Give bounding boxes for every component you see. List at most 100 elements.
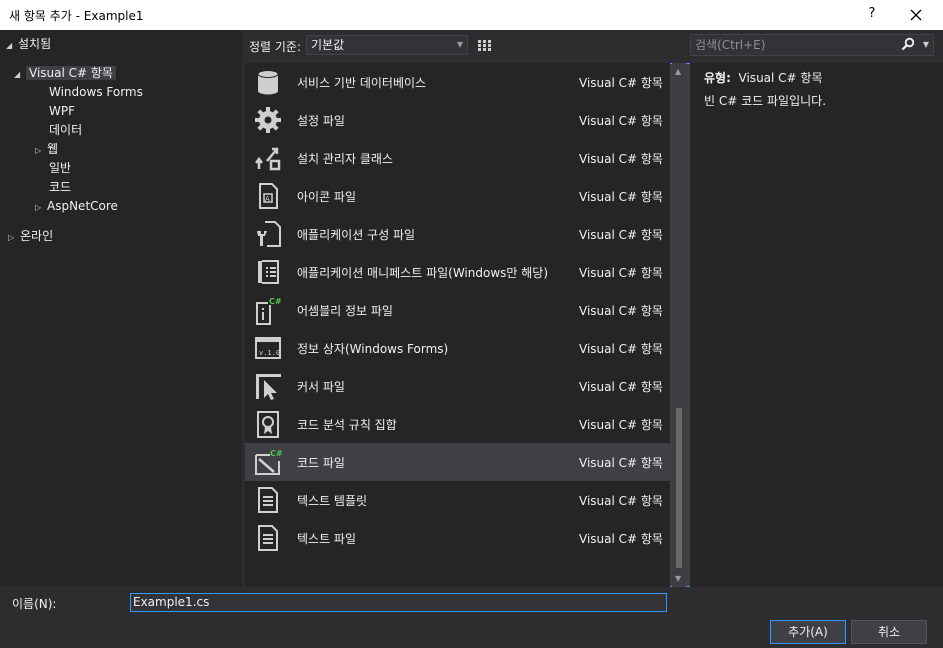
template-type: Visual C# 항목 (579, 228, 663, 242)
name-input[interactable]: Example1.cs (130, 593, 667, 612)
template-name: 서비스 기반 데이터베이스 (297, 76, 427, 90)
svg-text:v.1.0: v.1.0 (259, 349, 280, 357)
icon-file-icon: A (253, 181, 283, 211)
template-type: Visual C# 항목 (579, 114, 663, 128)
text-template-icon (253, 485, 283, 515)
search-icon[interactable] (901, 37, 915, 51)
template-name: 설치 관리자 클래스 (297, 152, 393, 166)
template-type: Visual C# 항목 (579, 456, 663, 470)
template-row[interactable]: 커서 파일 Visual C# 항목 (245, 367, 670, 405)
name-label: 이름(N): (12, 597, 57, 611)
template-type: Visual C# 항목 (579, 532, 663, 546)
template-name: 커서 파일 (297, 380, 345, 394)
svg-text:A: A (265, 195, 270, 203)
tree-item-data[interactable]: 데이터 (49, 121, 82, 139)
help-button[interactable]: ? (862, 4, 882, 24)
svg-text:C#: C# (269, 297, 282, 306)
code-file-icon: C# (253, 447, 283, 477)
template-name: 코드 파일 (297, 456, 345, 470)
tree-item-general[interactable]: 일반 (49, 159, 71, 177)
tree-item-online[interactable]: ▷ 온라인 (8, 227, 53, 245)
template-name: 애플리케이션 구성 파일 (297, 228, 416, 242)
collapsed-arrow-icon[interactable]: ▷ (8, 229, 20, 247)
details-panel: 유형: Visual C# 항목 빈 C# 코드 파일입니다. (690, 63, 943, 587)
template-name: 텍스트 파일 (297, 532, 357, 546)
template-row[interactable]: A 아이콘 파일 Visual C# 항목 (245, 177, 670, 215)
template-name: 텍스트 템플릿 (297, 494, 368, 508)
details-type-value: Visual C# 항목 (738, 71, 823, 85)
template-row[interactable]: 애플리케이션 구성 파일 Visual C# 항목 (245, 215, 670, 253)
category-tree: ◢ 설치됨 ◢ Visual C# 항목 Windows Forms WPF 데이터… (0, 30, 242, 586)
template-row[interactable]: 서비스 기반 데이터베이스 Visual C# 항목 (245, 63, 670, 101)
template-type: Visual C# 항목 (579, 342, 663, 356)
tree-item-wpf[interactable]: WPF (49, 102, 75, 120)
ruleset-icon (253, 409, 283, 439)
template-type: Visual C# 항목 (579, 76, 663, 90)
manifest-icon (253, 257, 283, 287)
template-type: Visual C# 항목 (579, 304, 663, 318)
search-box[interactable]: 검색(Ctrl+E) ▼ (690, 34, 934, 56)
scrollbar-thumb[interactable] (676, 408, 682, 568)
template-row[interactable]: 코드 분석 규칙 집합 Visual C# 항목 (245, 405, 670, 443)
cancel-button[interactable]: 취소 (851, 620, 927, 644)
config-file-icon (253, 219, 283, 249)
chevron-down-icon: ▼ (456, 40, 463, 49)
template-type: Visual C# 항목 (579, 190, 663, 204)
text-file-icon (253, 523, 283, 553)
template-name: 애플리케이션 매니페스트 파일(Windows만 해당) (297, 266, 549, 280)
grid-view-icon (478, 40, 491, 51)
about-box-icon: v.1.0 (253, 333, 283, 363)
template-row[interactable]: C# 어셈블리 정보 파일 Visual C# 항목 (245, 291, 670, 329)
template-name: 어셈블리 정보 파일 (297, 304, 393, 318)
template-list: 서비스 기반 데이터베이스 Visual C# 항목 설정 파일 Visual … (245, 63, 670, 587)
details-type: 유형: Visual C# 항목 (704, 69, 823, 86)
search-input[interactable]: 검색(Ctrl+E) (695, 38, 765, 52)
template-name: 설정 파일 (297, 114, 345, 128)
svg-text:C#: C# (270, 449, 283, 458)
close-icon (910, 9, 922, 21)
scroll-down-icon[interactable]: ▼ (675, 574, 681, 583)
details-type-label: 유형: (704, 71, 731, 85)
window-title: 새 항목 추가 - Example1 (9, 9, 144, 23)
scroll-up-icon[interactable]: ▲ (675, 67, 681, 76)
expanded-arrow-icon: ◢ (14, 70, 21, 79)
chevron-down-icon[interactable]: ▼ (923, 35, 929, 55)
tree-item-web[interactable]: ▷ 웹 (35, 140, 58, 158)
template-row[interactable]: 텍스트 템플릿 Visual C# 항목 (245, 481, 670, 519)
template-row[interactable]: v.1.0 정보 상자(Windows Forms) Visual C# 항목 (245, 329, 670, 367)
expanded-arrow-icon: ◢ (6, 41, 13, 50)
tree-item-visual-cs[interactable]: ◢ Visual C# 항목 (14, 64, 116, 82)
database-icon (253, 67, 283, 97)
template-name: 정보 상자(Windows Forms) (297, 342, 449, 356)
close-button[interactable] (905, 4, 927, 26)
template-type: Visual C# 항목 (579, 152, 663, 166)
tree-item-installed[interactable]: ◢ 설치됨 (6, 35, 51, 53)
collapsed-arrow-icon[interactable]: ▷ (35, 142, 47, 160)
assembly-info-icon: C# (253, 295, 283, 325)
details-description: 빈 C# 코드 파일입니다. (704, 94, 827, 108)
tree-item-aspnetcore[interactable]: ▷ AspNetCore (35, 197, 118, 215)
cursor-icon (253, 371, 283, 401)
sort-dropdown[interactable]: 기본값 ▼ (306, 35, 468, 55)
installer-icon (253, 143, 283, 173)
template-row[interactable]: 설정 파일 Visual C# 항목 (245, 101, 670, 139)
small-icons-view-button[interactable] (473, 35, 495, 56)
template-list-scrollbar[interactable]: ▲ ▼ (672, 63, 686, 587)
template-type: Visual C# 항목 (579, 418, 663, 432)
template-row[interactable]: 애플리케이션 매니페스트 파일(Windows만 해당) Visual C# 항… (245, 253, 670, 291)
template-row[interactable]: 텍스트 파일 Visual C# 항목 (245, 519, 670, 557)
template-type: Visual C# 항목 (579, 380, 663, 394)
template-row[interactable]: 설치 관리자 클래스 Visual C# 항목 (245, 139, 670, 177)
tree-item-windows-forms[interactable]: Windows Forms (49, 83, 143, 101)
tree-item-code[interactable]: 코드 (49, 178, 71, 196)
add-button[interactable]: 추가(A) (770, 620, 846, 644)
sort-label: 정렬 기준: (249, 40, 302, 54)
template-row-selected[interactable]: C# 코드 파일 Visual C# 항목 (245, 443, 670, 481)
gear-icon (253, 105, 283, 135)
sort-value: 기본값 (311, 38, 345, 52)
collapsed-arrow-icon[interactable]: ▷ (35, 199, 47, 217)
template-name: 코드 분석 규칙 집합 (297, 418, 397, 432)
template-name: 아이콘 파일 (297, 190, 357, 204)
template-type: Visual C# 항목 (579, 494, 663, 508)
template-type: Visual C# 항목 (579, 266, 663, 280)
